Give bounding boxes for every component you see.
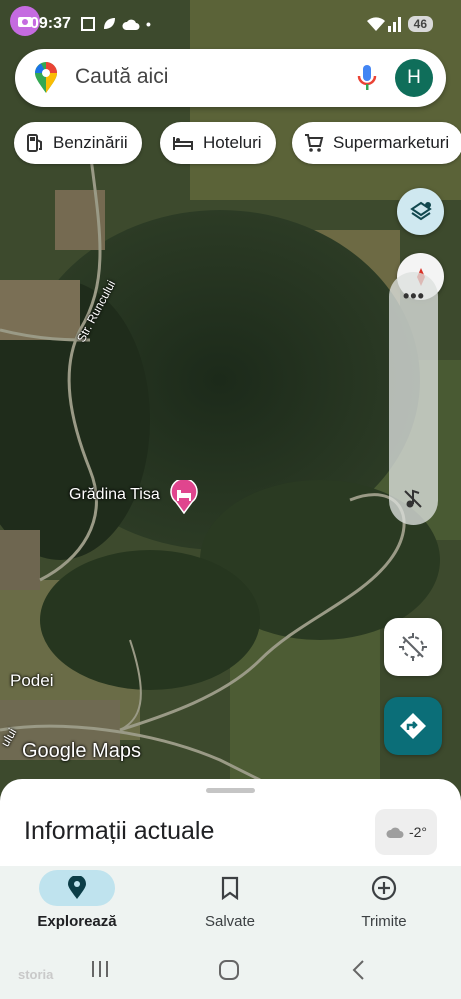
battery-indicator: 46	[407, 16, 433, 32]
bookmark-icon	[192, 870, 268, 906]
tab-label: Salvate	[204, 913, 256, 930]
shopping-cart-icon	[305, 134, 324, 152]
directions-button[interactable]	[384, 697, 442, 755]
weather-cloud-icon	[121, 16, 141, 37]
weather-chip[interactable]: -2°	[375, 809, 437, 855]
tab-contribute[interactable]: Trimite	[324, 866, 444, 943]
chip-gas-stations[interactable]: Benzinării	[14, 122, 142, 164]
leaf-icon	[101, 16, 117, 37]
search-input[interactable]: Caută aici	[75, 65, 168, 89]
cloud-icon	[386, 827, 404, 838]
wifi-icon	[366, 16, 386, 37]
watermark: storia	[18, 967, 54, 982]
directions-icon	[400, 713, 426, 739]
sheet-title: Informații actuale	[24, 817, 215, 845]
chip-label: Hoteluri	[203, 133, 262, 152]
tab-label: Explorează	[37, 913, 117, 930]
bottom-navigation: Explorează Salvate Trimite	[0, 866, 461, 943]
sound-off-icon[interactable]	[401, 487, 425, 516]
category-chips: Benzinării Hoteluri Supermarketuri	[14, 122, 461, 164]
notification-dot-icon: •	[146, 16, 151, 32]
signal-icon	[388, 16, 402, 37]
chip-supermarkets[interactable]: Supermarketuri	[292, 122, 461, 164]
chip-label: Benzinării	[53, 133, 128, 152]
hotel-bed-icon	[173, 137, 193, 150]
search-bar[interactable]: Caută aici H	[15, 49, 446, 107]
tab-explore[interactable]: Explorează	[17, 866, 137, 943]
status-bar: 09:37 • 46	[0, 0, 461, 48]
temperature: -2°	[408, 824, 428, 840]
chip-hotels[interactable]: Hoteluri	[160, 122, 276, 164]
village-label: Podei	[10, 671, 54, 690]
microphone-icon[interactable]	[356, 63, 378, 98]
avatar[interactable]: H	[395, 59, 433, 97]
location-off-icon	[399, 633, 427, 661]
more-options-icon[interactable]: •••	[403, 286, 425, 307]
google-maps-logo: Google Maps	[22, 740, 141, 762]
hotel-pin-icon[interactable]	[170, 478, 198, 519]
screenshot-icon	[80, 16, 96, 37]
place-label[interactable]: Grădina Tisa	[69, 486, 160, 504]
layers-icon	[409, 201, 432, 220]
my-location-button[interactable]	[384, 618, 442, 676]
chip-label: Supermarketuri	[333, 133, 450, 152]
clock: 09:37	[30, 15, 71, 32]
system-navigation-bar: storia	[0, 943, 461, 999]
map-tools-panel[interactable]: •••	[389, 272, 438, 525]
layers-button[interactable]	[397, 188, 444, 235]
back-icon[interactable]	[350, 959, 366, 986]
home-icon[interactable]	[218, 959, 240, 986]
explore-pin-icon	[39, 870, 115, 906]
recent-apps-icon[interactable]	[90, 959, 110, 984]
tab-saved[interactable]: Salvate	[170, 866, 290, 943]
gas-station-icon	[27, 134, 42, 152]
google-maps-pin-icon	[33, 62, 59, 99]
add-circle-icon	[346, 870, 422, 906]
bottom-sheet[interactable]: Informații actuale -2°	[0, 779, 461, 869]
sheet-drag-handle[interactable]	[206, 788, 255, 793]
tab-label: Trimite	[361, 913, 407, 930]
